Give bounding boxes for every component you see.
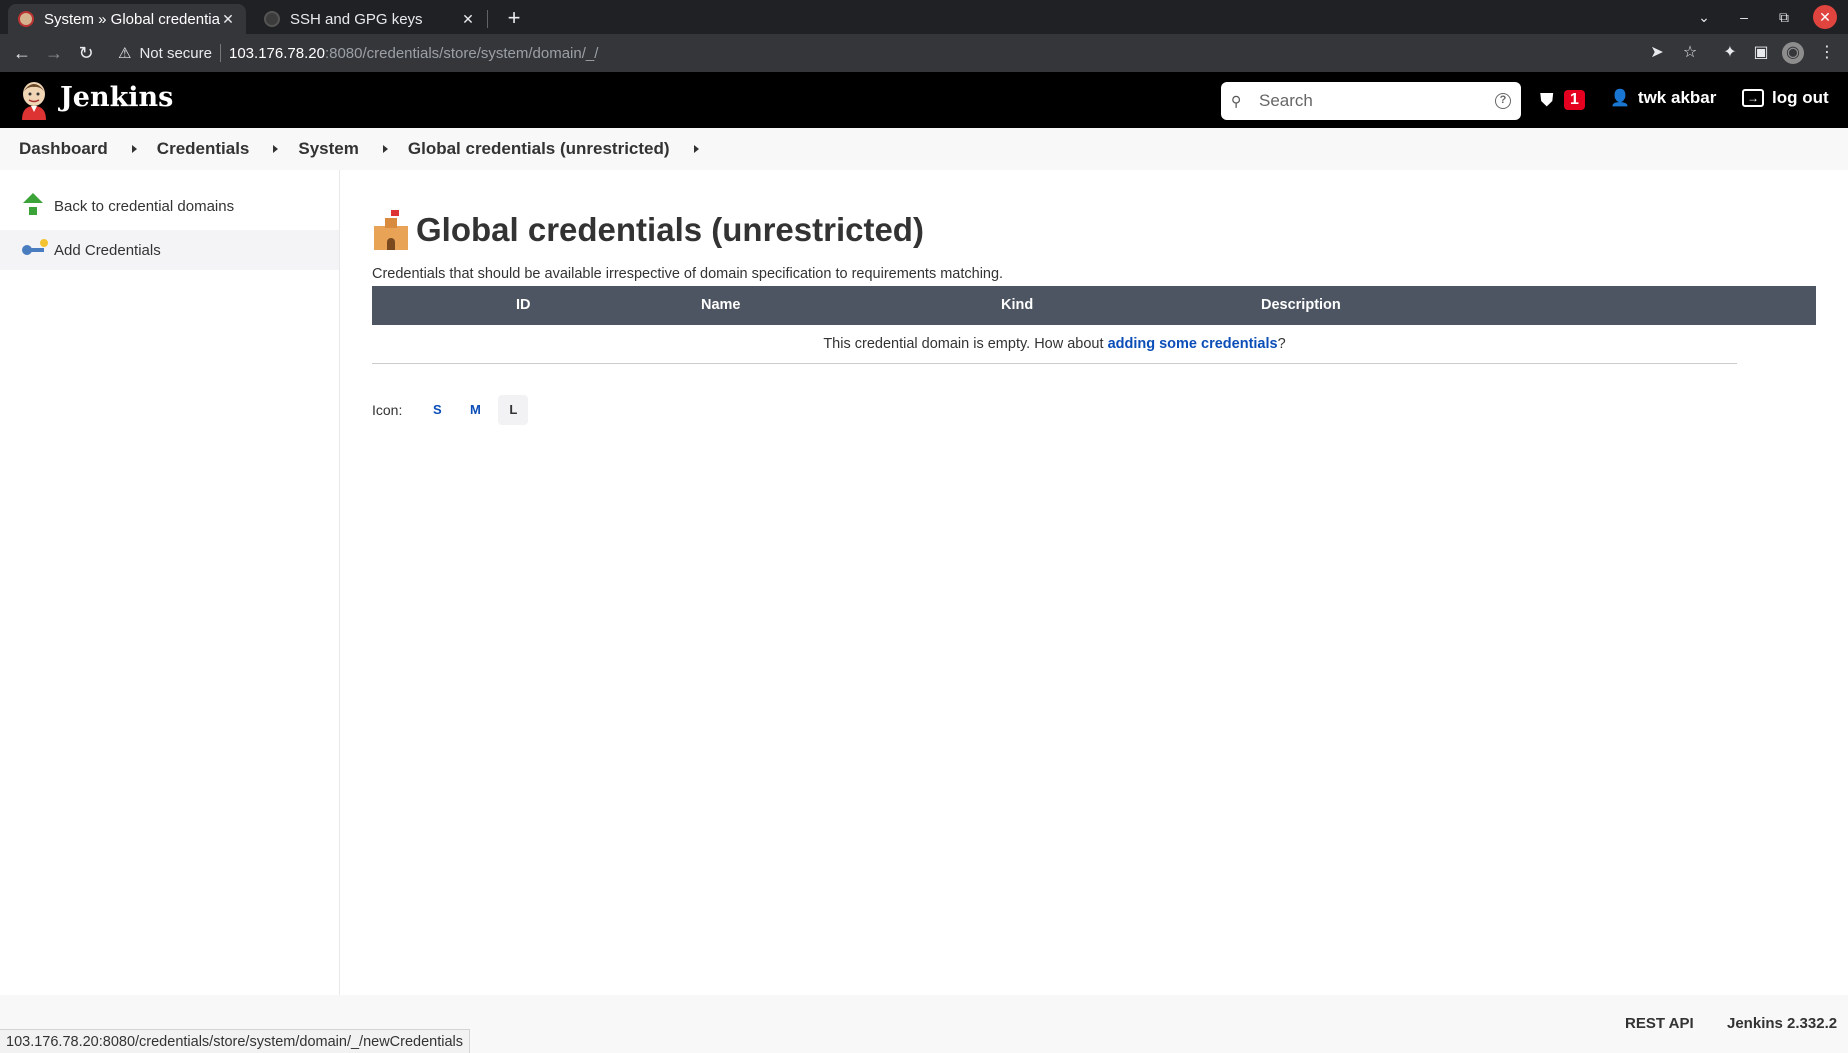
page-title: Global credentials (unrestricted): [416, 211, 924, 248]
icon-size-medium-button[interactable]: M: [460, 395, 490, 425]
icon-size-large-button[interactable]: L: [498, 395, 529, 425]
tab-search-dropdown-icon[interactable]: ⌄: [1691, 4, 1717, 30]
column-header-id[interactable]: ID: [516, 297, 531, 313]
jenkins-favicon-icon: [18, 11, 34, 27]
rest-api-link[interactable]: REST API: [1625, 1015, 1694, 1032]
empty-message-suffix: ?: [1277, 336, 1286, 352]
browser-tab-ssh-keys[interactable]: SSH and GPG keys ✕: [254, 4, 486, 34]
restore-button[interactable]: ⧉: [1771, 4, 1797, 30]
credentials-table: ID Name Kind Description This credential…: [372, 286, 1816, 364]
minimize-button[interactable]: –: [1731, 4, 1757, 30]
breadcrumb-chevron-icon[interactable]: [693, 145, 699, 153]
breadcrumb-credentials[interactable]: Credentials: [157, 139, 250, 159]
logout-link[interactable]: → log out: [1742, 88, 1829, 108]
empty-message-prefix: This credential domain is empty. How abo…: [823, 336, 1108, 352]
url-host[interactable]: 103.176.78.20: [229, 45, 325, 62]
icon-size-label: Icon:: [372, 402, 403, 418]
url-path[interactable]: :8080/credentials/store/system/domain/_/: [325, 45, 598, 62]
jenkins-title[interactable]: Jenkins: [60, 82, 173, 113]
search-icon: ⚲: [1231, 92, 1242, 109]
security-alert-badge: 1: [1564, 90, 1585, 110]
shield-alert-icon: ⛊: [1540, 90, 1554, 110]
column-header-kind[interactable]: Kind: [1001, 297, 1033, 313]
send-tab-icon[interactable]: ➤: [1646, 42, 1668, 64]
jenkins-butler-logo-icon[interactable]: [18, 80, 50, 120]
breadcrumb: Dashboard Credentials System Global cred…: [0, 128, 1848, 170]
icon-size-selector: Icon: S M L: [372, 395, 529, 425]
back-button[interactable]: ←: [8, 40, 36, 66]
back-to-credential-domains-link[interactable]: Back to credential domains: [0, 186, 339, 226]
warning-triangle-icon[interactable]: ⚠: [118, 44, 131, 62]
page-description: Credentials that should be available irr…: [372, 266, 1004, 282]
jenkins-version-link[interactable]: Jenkins 2.332.2: [1727, 1015, 1837, 1032]
page-heading: Global credentials (unrestricted): [372, 210, 924, 250]
breadcrumb-global-credentials[interactable]: Global credentials (unrestricted): [408, 139, 670, 159]
castle-domain-icon: [372, 210, 410, 250]
github-favicon-icon: [264, 11, 280, 27]
bookmark-star-icon[interactable]: ☆: [1679, 42, 1701, 64]
search-input[interactable]: [1259, 91, 1495, 111]
tab-close-icon[interactable]: ✕: [220, 11, 236, 28]
forward-button[interactable]: →: [40, 40, 68, 66]
breadcrumb-chevron-icon[interactable]: [273, 145, 279, 153]
column-header-description[interactable]: Description: [1261, 297, 1341, 313]
icon-size-small-button[interactable]: S: [422, 395, 452, 425]
table-header: ID Name Kind Description: [372, 286, 1816, 325]
breadcrumb-system[interactable]: System: [298, 139, 358, 159]
add-credentials-link[interactable]: Add Credentials: [0, 230, 339, 270]
browser-status-url: 103.176.78.20:8080/credentials/store/sys…: [0, 1029, 471, 1053]
tab-title: SSH and GPG keys: [290, 10, 423, 28]
adding-credentials-link[interactable]: adding some credentials: [1108, 336, 1278, 352]
tab-close-icon[interactable]: ✕: [460, 11, 476, 28]
logout-label: log out: [1772, 88, 1829, 107]
breadcrumb-chevron-icon[interactable]: [382, 145, 388, 153]
search-box: ⚲ ?: [1221, 82, 1521, 120]
search-help-icon[interactable]: ?: [1495, 93, 1511, 109]
side-panel-icon[interactable]: ▣: [1750, 42, 1772, 64]
new-tab-button[interactable]: +: [500, 4, 528, 32]
browser-toolbar: ← → ↻ ⚠ Not secure 103.176.78.20:8080/cr…: [0, 34, 1848, 72]
tab-title: System » Global credentia: [44, 10, 220, 28]
profile-avatar-icon[interactable]: ◉: [1782, 42, 1804, 64]
logout-icon: →: [1742, 89, 1764, 107]
user-link[interactable]: 👤 twk akbar: [1610, 88, 1716, 108]
browser-menu-icon[interactable]: ⋮: [1816, 42, 1838, 64]
jenkins-header: Jenkins ⚲ ? ⛊ 1 👤 twk akbar → log out: [0, 72, 1848, 128]
window-close-button[interactable]: ✕: [1813, 5, 1837, 29]
address-divider: [220, 44, 221, 62]
column-header-name[interactable]: Name: [701, 297, 741, 313]
green-up-arrow-icon: [22, 193, 44, 215]
user-name: twk akbar: [1637, 88, 1717, 107]
empty-table-message: This credential domain is empty. How abo…: [372, 325, 1737, 364]
breadcrumb-dashboard[interactable]: Dashboard: [19, 139, 108, 159]
breadcrumb-chevron-icon[interactable]: [131, 145, 137, 153]
reload-button[interactable]: ↻: [72, 40, 100, 66]
user-icon: 👤: [1610, 90, 1630, 107]
task-label: Back to credential domains: [54, 197, 235, 215]
key-icon: [22, 238, 48, 259]
tab-divider: [487, 10, 488, 28]
address-bar[interactable]: ⚠ Not secure 103.176.78.20:8080/credenti…: [110, 38, 1820, 68]
browser-tab-jenkins[interactable]: System » Global credentia ✕: [8, 4, 246, 34]
extensions-puzzle-icon[interactable]: ✦: [1719, 42, 1741, 64]
browser-tab-bar: System » Global credentia ✕ SSH and GPG …: [0, 0, 1848, 34]
security-status[interactable]: Not secure: [139, 45, 212, 62]
side-panel: Back to credential domains Add Credentia…: [0, 170, 340, 995]
task-label: Add Credentials: [54, 241, 161, 259]
security-alert[interactable]: ⛊ 1: [1540, 89, 1585, 111]
